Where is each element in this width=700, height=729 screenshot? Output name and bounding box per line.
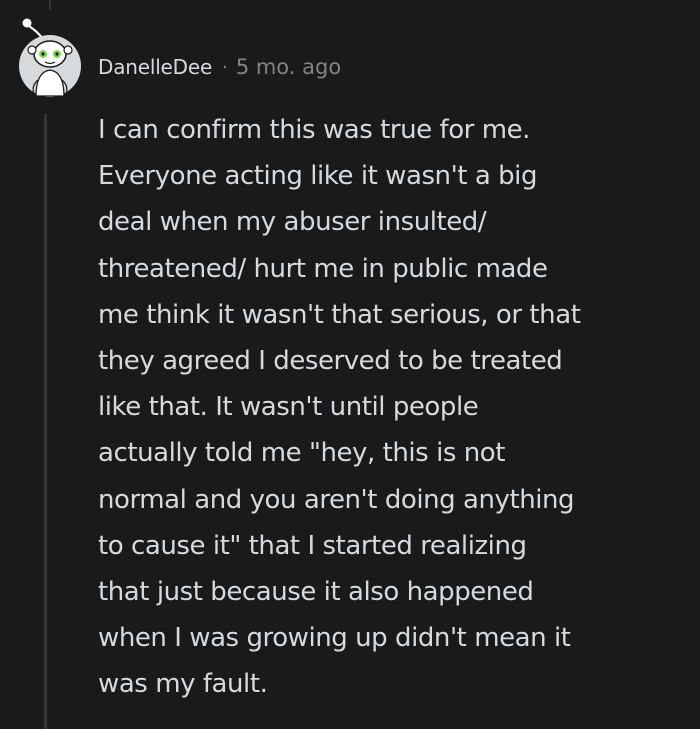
comment-text-line: like that. It wasn't until people: [98, 392, 479, 423]
thread-collapse-line[interactable]: [44, 114, 47, 729]
comment-text-line: was my fault.: [98, 669, 268, 700]
comment-text-line: that just because it also happened: [98, 577, 534, 608]
meta-separator: ·: [222, 56, 228, 78]
comment-text-line: they agreed I deserved to be treated: [98, 346, 563, 377]
comment-text-line: Everyone acting like it wasn't a big: [98, 161, 538, 192]
comment-text-line: I can confirm this was true for me.: [98, 115, 530, 145]
comment-text-line: me think it wasn't that serious, or that: [98, 299, 581, 330]
comment-text-line: when I was growing up didn't mean it: [98, 623, 571, 654]
snoo-avatar-icon[interactable]: [18, 10, 84, 98]
comment-timestamp[interactable]: 5 mo. ago: [236, 55, 341, 79]
comment-text-line: actually told me "hey, this is not: [98, 438, 505, 469]
parent-thread-line[interactable]: [49, 0, 51, 10]
comment-text-line: threatened/ hurt me in public made: [98, 253, 548, 284]
comment-text-line: deal when my abuser insulted/: [98, 207, 487, 238]
comment-text-line: normal and you aren't doing anything: [98, 484, 575, 515]
comment-container: DanelleDee · 5 mo. ago I can confirm thi…: [0, 0, 700, 729]
comment-header: DanelleDee · 5 mo. ago: [98, 52, 341, 82]
comment-body: I can confirm this was true for me. Ever…: [98, 107, 688, 708]
comment-text-line: to cause it" that I started realizing: [98, 530, 527, 561]
username-link[interactable]: DanelleDee: [98, 55, 212, 79]
